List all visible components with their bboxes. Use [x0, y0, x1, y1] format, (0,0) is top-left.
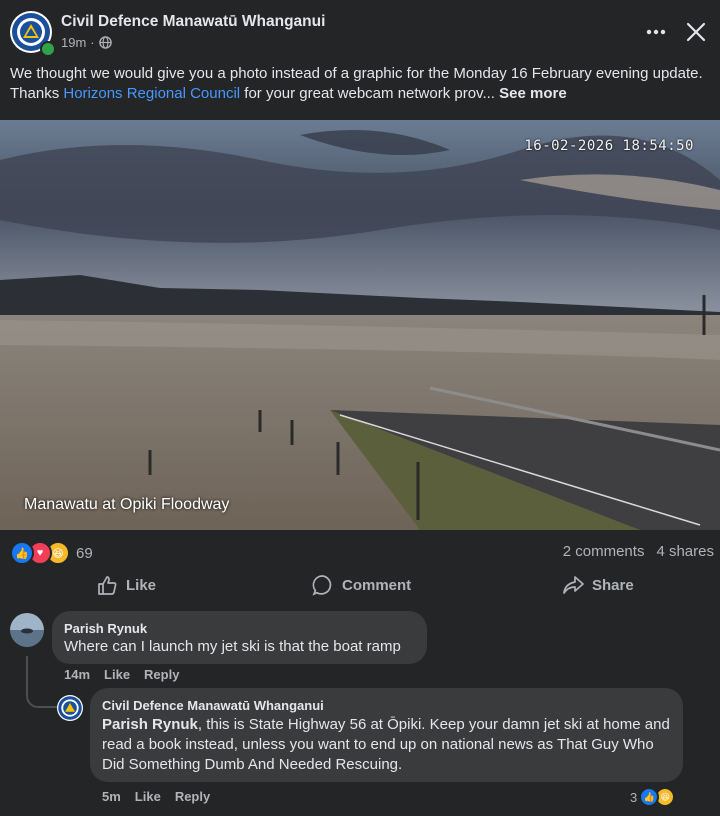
- see-more-link[interactable]: See more: [499, 85, 567, 102]
- comment-like-link[interactable]: Like: [104, 667, 130, 682]
- comment-time[interactable]: 14m: [64, 667, 90, 682]
- online-status-dot: [40, 41, 56, 57]
- comment-meta: 14m Like Reply: [64, 667, 179, 682]
- reply-text: Parish Rynuk, this is State Highway 56 a…: [102, 715, 672, 775]
- comment-bubble-icon: [312, 575, 332, 596]
- comment-author[interactable]: Parish Rynuk: [64, 621, 147, 636]
- reply-like-link[interactable]: Like: [135, 789, 161, 804]
- commenter-avatar[interactable]: [10, 613, 44, 647]
- like-button[interactable]: Like: [96, 573, 156, 597]
- comment-button[interactable]: Comment: [312, 573, 411, 597]
- close-icon: [686, 22, 706, 42]
- reply-meta: 5m Like Reply: [102, 789, 210, 804]
- close-button[interactable]: [682, 18, 710, 46]
- thumbs-up-icon: [98, 576, 117, 595]
- comment-label: Comment: [342, 576, 412, 594]
- page-name[interactable]: Civil Defence Manawatū Whanganui: [61, 13, 325, 31]
- flood-photo-image: [0, 120, 720, 530]
- like-reaction-icon: 👍: [639, 787, 660, 807]
- reply-author[interactable]: Civil Defence Manawatū Whanganui: [102, 698, 324, 713]
- post-meta: 19m ·: [61, 35, 112, 50]
- avatar-photo-icon: [10, 613, 44, 647]
- comment-text: Where can I launch my jet ski is that th…: [64, 638, 401, 655]
- like-label: Like: [126, 576, 157, 594]
- comments-count[interactable]: 2 comments: [563, 543, 645, 560]
- more-options-button[interactable]: [640, 20, 672, 44]
- reply-reply-link[interactable]: Reply: [175, 789, 210, 804]
- reply-mention[interactable]: Parish Rynuk: [102, 716, 198, 733]
- share-button[interactable]: Share: [562, 573, 634, 597]
- photo-timestamp: 16-02-2026 18:54:50: [524, 138, 694, 154]
- reply-avatar[interactable]: [57, 695, 83, 721]
- civil-defence-logo-icon: [58, 696, 82, 720]
- engagement-counts: 2 comments 4 shares: [563, 543, 714, 560]
- post-photo[interactable]: 16-02-2026 18:54:50 Manawatu at Opiki Fl…: [0, 120, 720, 530]
- share-arrow-icon: [563, 576, 584, 594]
- reply-reaction-count: 3: [630, 789, 638, 805]
- post-caption: We thought we would give you a photo ins…: [10, 64, 710, 104]
- photo-caption: Manawatu at Opiki Floodway: [24, 496, 230, 513]
- like-reaction-icon: 👍: [10, 541, 34, 565]
- horizons-link[interactable]: Horizons Regional Council: [63, 85, 240, 102]
- post-time[interactable]: 19m: [61, 35, 86, 50]
- comment-reply-link[interactable]: Reply: [144, 667, 179, 682]
- shares-count[interactable]: 4 shares: [656, 543, 714, 560]
- globe-icon: [98, 36, 112, 49]
- caption-text-continued: for your great webcam network prov...: [240, 85, 500, 102]
- more-dots-icon: [646, 29, 666, 35]
- share-label: Share: [592, 576, 634, 594]
- reply-reactions[interactable]: 3 👍 😆: [630, 787, 676, 807]
- reply-time[interactable]: 5m: [102, 789, 121, 804]
- reaction-count: 69: [76, 544, 93, 562]
- reaction-summary[interactable]: 👍 ♥ 😆 69: [10, 541, 93, 565]
